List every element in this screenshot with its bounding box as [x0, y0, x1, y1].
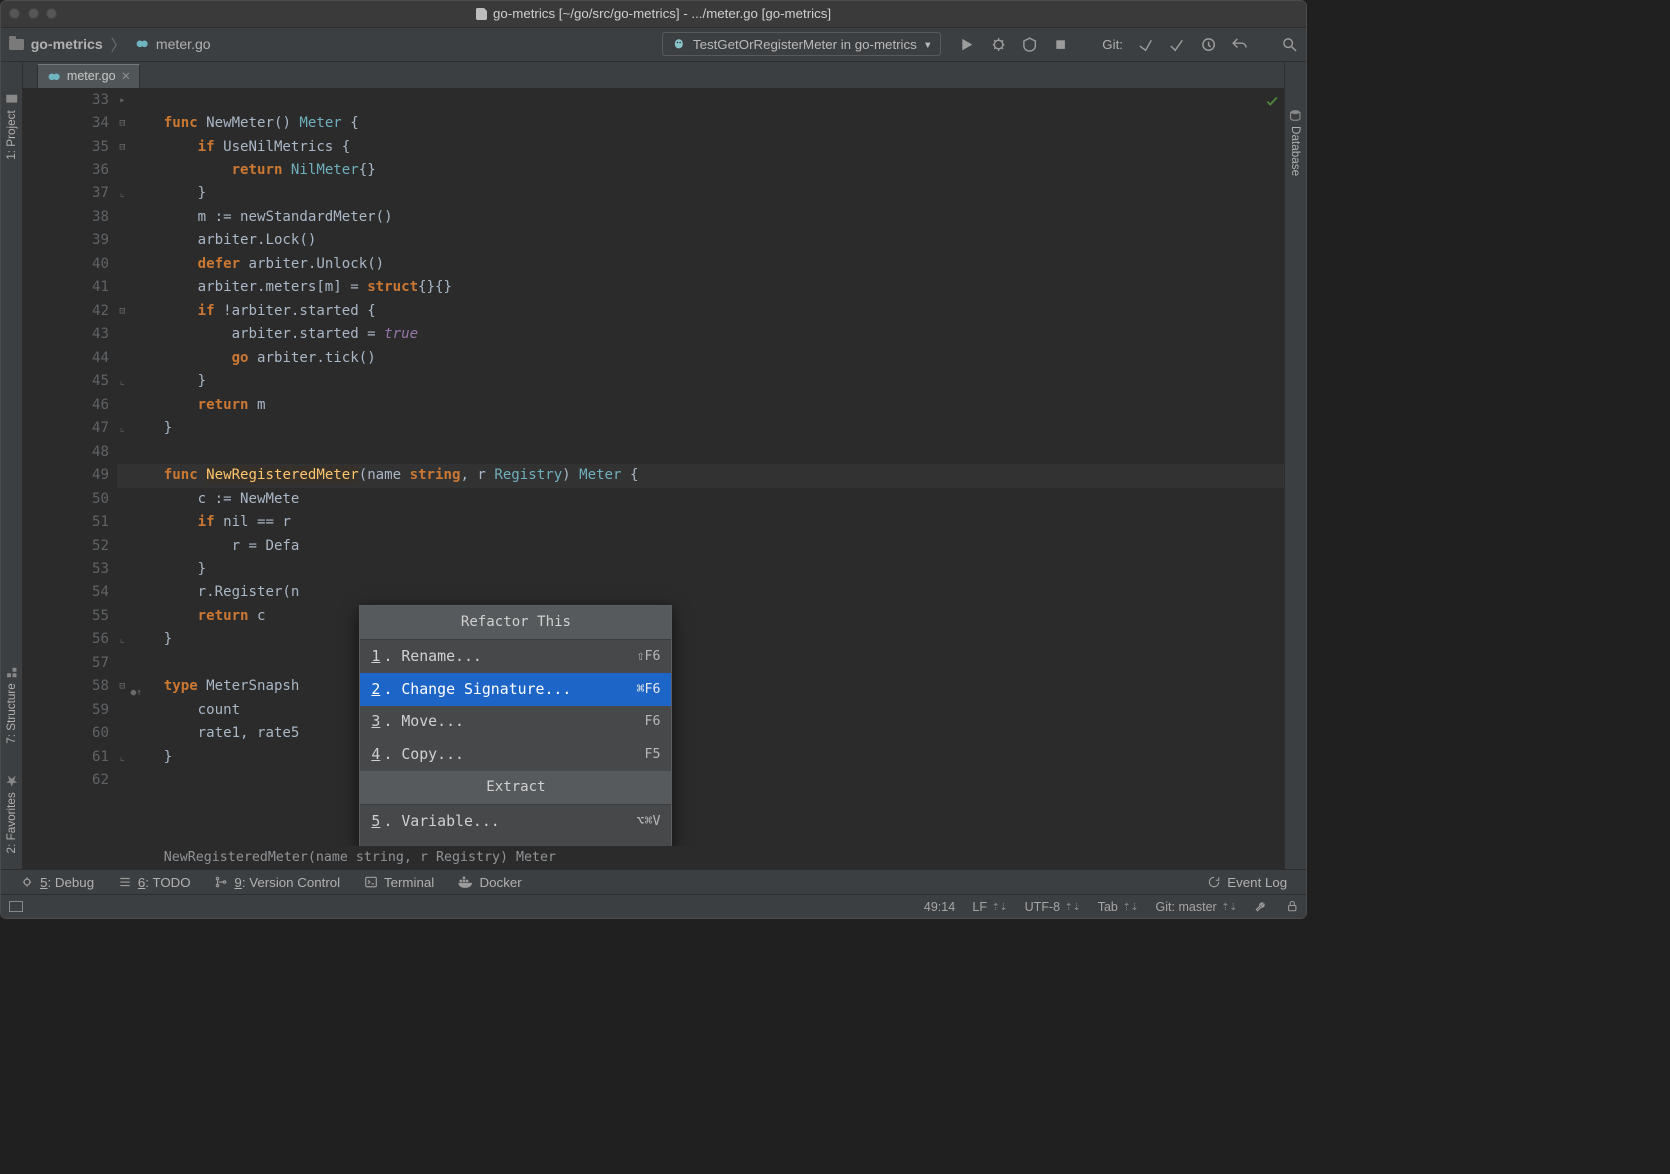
refactor-item-move-[interactable]: 3. Move...F6: [360, 706, 671, 739]
bottom-tool-strip: 5: Debug 6: TODO 9: Version Control Term…: [1, 869, 1306, 894]
gutter[interactable]: 33▸34⊟35⊟3637⌞3839404142⊟434445⌞4647⌞484…: [23, 89, 117, 846]
line-ending[interactable]: LF⇡⇣: [972, 900, 1007, 914]
debug-icon[interactable]: [990, 36, 1007, 53]
breadcrumb-project[interactable]: go-metrics: [31, 36, 103, 52]
tool-debug[interactable]: 5: Debug: [20, 875, 94, 890]
popup-extract-title: Extract: [360, 771, 671, 805]
tool-favorites[interactable]: 2: Favorites: [5, 775, 18, 853]
history-icon[interactable]: [1200, 36, 1217, 53]
folder-icon: [9, 39, 25, 50]
chevron-down-icon: ▼: [923, 39, 932, 50]
window-title-text: go-metrics [~/go/src/go-metrics] - .../m…: [493, 6, 831, 21]
refactor-item-change-signature-[interactable]: 2. Change Signature...⌘F6: [360, 673, 671, 706]
editor-column: meter.go ✕ 33▸34⊟35⊟3637⌞3839404142⊟4344…: [23, 62, 1284, 869]
go-file-icon: [46, 69, 62, 85]
search-icon[interactable]: [1281, 36, 1298, 53]
wrench-icon[interactable]: [1254, 899, 1268, 913]
traffic-zoom[interactable]: [46, 8, 57, 19]
tool-event-log[interactable]: Event Log: [1207, 875, 1287, 890]
tool-database[interactable]: Database: [1289, 109, 1302, 176]
tool-project[interactable]: 1: Project: [5, 93, 18, 160]
refactor-item-copy-[interactable]: 4. Copy...F5: [360, 739, 671, 772]
breadcrumb-file[interactable]: meter.go: [156, 36, 211, 52]
git-label: Git:: [1102, 37, 1123, 52]
indent[interactable]: Tab⇡⇣: [1098, 900, 1139, 914]
refactor-item-variable-[interactable]: 5. Variable...⌥⌘V: [360, 805, 671, 838]
left-sidebar: 1: Project 7: Structure 2: Favorites: [1, 62, 23, 869]
main-area: 1: Project 7: Structure 2: Favorites met…: [1, 62, 1306, 869]
navigation-bar: go-metrics 〉 meter.go TestGetOrRegisterM…: [1, 28, 1306, 62]
status-bar: 49:14 LF⇡⇣ UTF-8⇡⇣ Tab⇡⇣ Git: master⇡⇣: [1, 894, 1306, 917]
tool-docker[interactable]: Docker: [458, 875, 522, 890]
refactor-item-constant-[interactable]: 6. Constant...⌥⌘C: [360, 838, 671, 846]
stop-icon[interactable]: [1052, 36, 1069, 53]
run-config-selector[interactable]: TestGetOrRegisterMeter in go-metrics ▼: [662, 32, 941, 56]
title-bar[interactable]: go-metrics [~/go/src/go-metrics] - .../m…: [1, 1, 1306, 28]
gopher-icon: [671, 36, 687, 52]
window-title: go-metrics [~/go/src/go-metrics] - .../m…: [1, 6, 1306, 21]
refactor-popup: Refactor This 1. Rename...⇧F62. Change S…: [359, 605, 672, 846]
revert-icon[interactable]: [1231, 36, 1248, 53]
file-icon: [476, 8, 487, 21]
close-icon[interactable]: ✕: [121, 69, 131, 83]
ide-window: go-metrics [~/go/src/go-metrics] - .../m…: [0, 0, 1307, 919]
traffic-close[interactable]: [9, 8, 20, 19]
cursor-position[interactable]: 49:14: [924, 900, 955, 914]
encoding[interactable]: UTF-8⇡⇣: [1025, 900, 1081, 914]
traffic-minimize[interactable]: [28, 8, 39, 19]
editor-tabs: meter.go ✕: [23, 62, 1284, 89]
refactor-item-rename-[interactable]: 1. Rename...⇧F6: [360, 640, 671, 673]
popup-title: Refactor This: [360, 606, 671, 640]
tool-terminal[interactable]: Terminal: [364, 875, 435, 890]
run-icon[interactable]: [958, 36, 975, 53]
git-branch[interactable]: Git: master⇡⇣: [1156, 900, 1238, 914]
coverage-icon[interactable]: [1021, 36, 1038, 53]
git-commit-icon[interactable]: [1168, 36, 1185, 53]
toolbar-actions: Git:: [958, 36, 1298, 53]
go-file-icon: [134, 36, 150, 52]
editor-tab-active[interactable]: meter.go ✕: [37, 64, 140, 87]
run-config-label: TestGetOrRegisterMeter in go-metrics: [693, 37, 917, 52]
right-sidebar: Database: [1284, 62, 1306, 869]
tool-todo[interactable]: 6: TODO: [118, 875, 191, 890]
editor-breadcrumb[interactable]: NewRegisteredMeter(name string, r Regist…: [23, 846, 1284, 869]
git-update-icon[interactable]: [1137, 36, 1154, 53]
code-editor[interactable]: 33▸34⊟35⊟3637⌞3839404142⊟434445⌞4647⌞484…: [23, 89, 1284, 846]
tool-vcs[interactable]: 9: Version Control: [214, 875, 340, 890]
window-controls: [9, 8, 57, 19]
breadcrumb-separator: 〉: [111, 33, 127, 56]
tool-structure[interactable]: 7: Structure: [5, 666, 18, 744]
lock-icon[interactable]: [1286, 899, 1299, 913]
tool-windows-toggle[interactable]: [9, 901, 23, 912]
tab-label: meter.go: [67, 69, 116, 83]
code-area[interactable]: func NewMeter() Meter { if UseNilMetrics…: [117, 89, 1284, 846]
